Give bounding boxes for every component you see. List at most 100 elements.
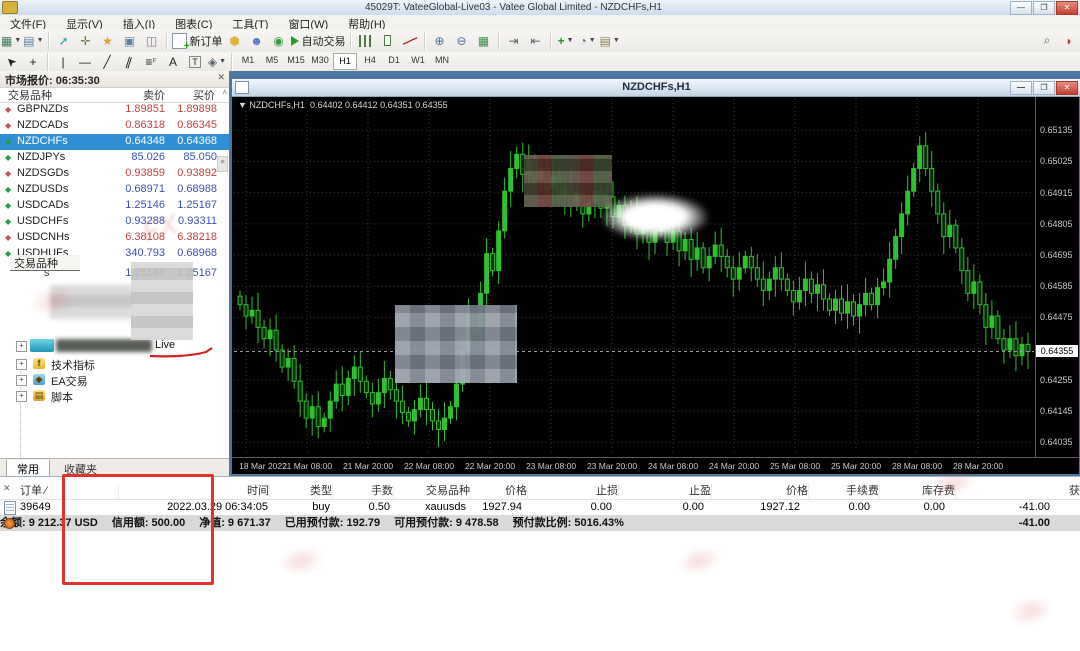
- periods-button[interactable]: ◔ ▼: [578, 31, 598, 50]
- market-watch-row[interactable]: ◆ NZDSGDs 0.93859 0.93892: [0, 166, 229, 182]
- market-watch-row[interactable]: ◆ USDCADs 1.25146 1.25167: [0, 198, 229, 214]
- timeframe-button-h4[interactable]: H4: [359, 53, 381, 68]
- menu-item-5[interactable]: 窗口(W): [278, 15, 338, 31]
- help-button[interactable]: ◗: [1059, 31, 1079, 50]
- terminal-column-header[interactable]: 手数: [333, 484, 394, 499]
- navigator-tab-0[interactable]: 常用: [6, 460, 50, 477]
- navigator-item-label: 脚本: [51, 392, 73, 404]
- timeframe-button-m1[interactable]: M1: [237, 53, 259, 68]
- chart-maximize-button[interactable]: ❐: [1033, 81, 1055, 95]
- chart-plot[interactable]: [234, 99, 1034, 455]
- terminal-column-header[interactable]: 交易品种: [394, 484, 471, 499]
- terminal-button[interactable]: ▣: [120, 31, 140, 50]
- market-watch-close-icon[interactable]: ✕: [217, 72, 225, 83]
- tree-expand-icon[interactable]: +: [16, 391, 27, 402]
- terminal-close-icon[interactable]: ✕: [3, 483, 11, 494]
- scroll-up-icon[interactable]: ˄: [222, 88, 227, 97]
- menu-item-2[interactable]: 插入(I): [113, 15, 165, 31]
- navigator-item-2[interactable]: + ▤ 脚本: [0, 388, 229, 404]
- new-order-button[interactable]: + 新订单: [171, 31, 223, 51]
- timeframe-button-mn[interactable]: MN: [431, 53, 453, 68]
- chart-shift-button[interactable]: ⇤: [526, 31, 546, 50]
- terminal-column-header[interactable]: 价格: [471, 484, 528, 499]
- market-watch-row[interactable]: ◆ NZDCADs 0.86318 0.86345: [0, 118, 229, 134]
- terminal-column-header[interactable]: 类型: [270, 484, 333, 499]
- terminal-column-header[interactable]: 手续费: [809, 484, 880, 499]
- close-button[interactable]: ✕: [1056, 0, 1078, 15]
- auto-scroll-button[interactable]: ⇥: [504, 31, 524, 50]
- autotrading-button[interactable]: 自动交易: [290, 31, 346, 50]
- zoom-in-button[interactable]: ⊕: [430, 31, 450, 50]
- bid-column-header[interactable]: 卖价: [143, 87, 165, 103]
- market-watch-button[interactable]: ➚: [54, 31, 74, 50]
- ask-column-header[interactable]: 买价: [193, 87, 215, 103]
- timeframe-button-d1[interactable]: D1: [383, 53, 405, 68]
- timeframe-button-m15[interactable]: M15: [285, 53, 307, 68]
- search-icon[interactable]: ⌕: [1037, 31, 1057, 50]
- market-watch-row[interactable]: ◆ USDCNHs 6.38108 6.38218: [0, 230, 229, 246]
- community-button[interactable]: ☻: [247, 31, 267, 50]
- market-watch-row[interactable]: ◆ GBPNZDs 1.89851 1.89898: [0, 102, 229, 118]
- vertical-line-button[interactable]: |: [53, 52, 73, 71]
- text-tool-button[interactable]: A: [163, 52, 183, 71]
- menu-item-6[interactable]: 帮助(H): [338, 15, 395, 31]
- line-chart-button[interactable]: [400, 31, 420, 50]
- tree-expand-icon[interactable]: +: [16, 359, 27, 370]
- channel-button[interactable]: ∥: [119, 52, 139, 71]
- timeframe-button-m5[interactable]: M5: [261, 53, 283, 68]
- indicators-button[interactable]: + ▼: [556, 31, 576, 50]
- timeframe-button-h1[interactable]: H1: [333, 53, 357, 70]
- metaeditor-button[interactable]: ⬢: [225, 31, 245, 50]
- shapes-button[interactable]: ◈ ▼: [207, 52, 227, 71]
- menu-item-1[interactable]: 显示(V): [56, 15, 113, 31]
- maximize-button[interactable]: ❐: [1033, 0, 1055, 15]
- chart-window-titlebar[interactable]: NZDCHFs,H1 — ❐ ✕: [232, 79, 1080, 97]
- alerts-button[interactable]: ◉: [269, 31, 289, 50]
- menu-item-4[interactable]: 工具(T): [222, 15, 278, 31]
- data-window-button[interactable]: ★: [98, 31, 118, 50]
- text-label-button[interactable]: T: [185, 52, 205, 71]
- up-trend-icon: ◆: [5, 217, 12, 226]
- tree-expand-icon[interactable]: +: [16, 375, 27, 386]
- ohlc-close: 0.64355: [415, 100, 448, 110]
- templates-button[interactable]: ▤ ▼: [600, 31, 620, 50]
- terminal-column-header[interactable]: 止损: [528, 484, 619, 499]
- cursor-tool-button[interactable]: ➤: [1, 52, 21, 71]
- terminal-column-header[interactable]: 价格: [712, 484, 809, 499]
- strategy-tester-button[interactable]: ◫: [142, 31, 162, 50]
- terminal-column-header[interactable]: 获利: [956, 484, 1080, 499]
- tile-windows-button[interactable]: ▦: [474, 31, 494, 50]
- timeframe-button-w1[interactable]: W1: [407, 53, 429, 68]
- crosshair-tool-button[interactable]: +: [23, 52, 43, 71]
- chart-minimize-button[interactable]: —: [1010, 81, 1032, 95]
- candlestick-chart-button[interactable]: [378, 31, 398, 50]
- trendline-button[interactable]: ╱: [97, 52, 117, 71]
- chart-close-button[interactable]: ✕: [1056, 81, 1078, 95]
- tree-expand-icon[interactable]: +: [16, 341, 27, 352]
- minimize-button[interactable]: —: [1010, 0, 1032, 15]
- profiles-button[interactable]: ▤ ▼: [23, 31, 43, 50]
- navigator-item-0[interactable]: + f 技术指标: [0, 356, 229, 372]
- timeframe-button-m30[interactable]: M30: [309, 53, 331, 68]
- navigator-button[interactable]: ✛: [76, 31, 96, 50]
- market-watch-row[interactable]: ◆ NZDJPYs 85.026 85.050: [0, 150, 229, 166]
- fibonacci-button[interactable]: ≡ F: [141, 52, 161, 71]
- market-watch-symbols-tab[interactable]: 交易品种: [10, 255, 80, 271]
- scrollbar-thumb[interactable]: ≡: [217, 156, 228, 172]
- market-watch-row[interactable]: ◆ USDCHFs 0.93288 0.93311: [0, 214, 229, 230]
- symbol-column-header[interactable]: 交易品种: [8, 87, 52, 103]
- new-chart-button[interactable]: ▦ ▼: [1, 31, 21, 50]
- horizontal-line-button[interactable]: —: [75, 52, 95, 71]
- menu-item-0[interactable]: 文件(F): [0, 15, 56, 31]
- terminal-column-header[interactable]: 库存费: [880, 484, 956, 499]
- terminal-column-header[interactable]: 止盈: [619, 484, 712, 499]
- navigator-account-item[interactable]: + Live: [0, 337, 229, 358]
- zoom-out-button[interactable]: ⊖: [452, 31, 472, 50]
- market-watch-row[interactable]: ◆ NZDCHFs 0.64348 0.64368: [0, 134, 229, 150]
- navigator-item-1[interactable]: + ◆ EA交易: [0, 372, 229, 388]
- time-axis[interactable]: 18 Mar 2022 21 Mar 08:00 21 Mar 20:00 22 Ma…: [232, 457, 1079, 475]
- bar-chart-button[interactable]: [356, 31, 376, 50]
- market-watch-row[interactable]: ◆ NZDUSDs 0.68971 0.68988: [0, 182, 229, 198]
- menu-item-3[interactable]: 图表(C): [165, 15, 222, 31]
- symbol-label: USDCNHs: [17, 231, 70, 243]
